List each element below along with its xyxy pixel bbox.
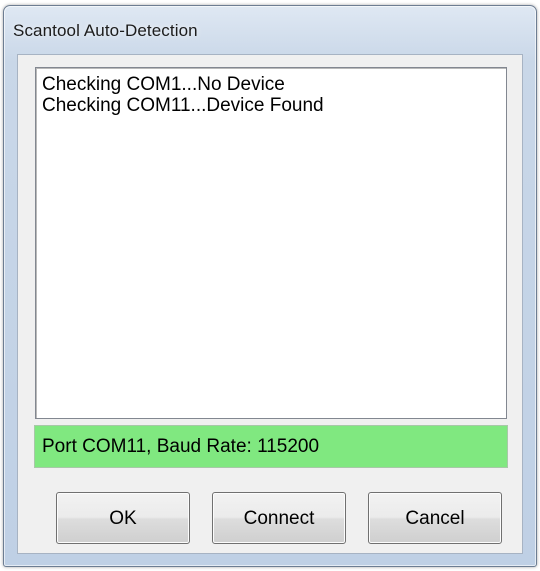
title-bar[interactable]: Scantool Auto-Detection bbox=[4, 6, 536, 54]
ok-button[interactable]: OK bbox=[56, 492, 190, 544]
log-line: Checking COM1...No Device bbox=[42, 74, 285, 95]
connection-status-bar: Port COM11, Baud Rate: 115200 bbox=[34, 425, 508, 468]
dialog-window: Scantool Auto-Detection Checking COM1...… bbox=[3, 5, 537, 567]
cancel-button[interactable]: Cancel bbox=[368, 492, 502, 544]
window-title: Scantool Auto-Detection bbox=[13, 21, 198, 40]
dialog-client-area: Checking COM1...No Device Checking COM11… bbox=[17, 54, 523, 554]
connect-button[interactable]: Connect bbox=[212, 492, 346, 544]
detection-log-box[interactable]: Checking COM1...No Device Checking COM11… bbox=[35, 67, 507, 419]
log-line: Checking COM11...Device Found bbox=[42, 95, 324, 116]
